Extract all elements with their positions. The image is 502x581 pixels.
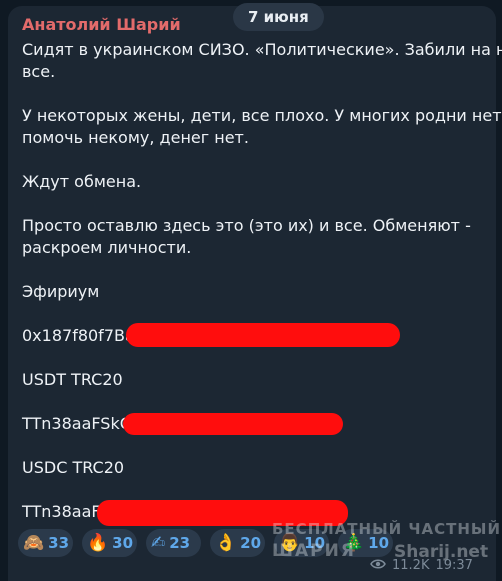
message-line: USDC TRC20	[22, 458, 125, 477]
eye-icon	[370, 558, 386, 573]
redaction-mark	[126, 323, 400, 347]
fire-icon: 🔥	[87, 532, 109, 553]
message-line: USDT TRC20	[22, 370, 123, 389]
reaction-fire[interactable]: 🔥 30	[82, 529, 137, 557]
message-line: У некоторых жены, дети, все плохо. У мно…	[22, 106, 502, 125]
message-time: 19:37	[435, 558, 473, 573]
message-author[interactable]: Анатолий Шарий	[22, 15, 181, 34]
message-line: помочь некому, денег нет.	[22, 128, 249, 147]
message-line: Эфириум	[22, 282, 100, 301]
date-pill: 7 июня	[233, 3, 324, 31]
reaction-monkey[interactable]: 🙈 33	[18, 529, 73, 557]
message-line: все.	[22, 62, 56, 81]
reaction-count: 23	[169, 534, 191, 552]
message-line: Ждут обмена.	[22, 172, 142, 191]
view-count: 11.2K	[392, 558, 430, 573]
redaction-mark	[123, 413, 343, 435]
message-line: Сидят в украинском СИЗО. «Политические».…	[22, 40, 502, 59]
ok-hand-icon: 👌	[215, 532, 237, 553]
reaction-count: 20	[240, 534, 262, 552]
message-meta: 11.2K 19:37	[370, 558, 473, 573]
reaction-ok-hand[interactable]: 👌 20	[210, 529, 265, 557]
reaction-count: 30	[112, 534, 134, 552]
message-line: раскроем личности.	[22, 238, 192, 257]
see-no-evil-monkey-icon: 🙈	[23, 532, 45, 553]
watermark-line1: БЕСПЛАТНЫЙ ЧАСТНЫЙ	[272, 520, 502, 538]
message-line: Просто оставлю здесь это (это их) и все.…	[22, 216, 471, 235]
writing-hand-icon: ✍	[151, 532, 166, 553]
reaction-count: 33	[48, 534, 70, 552]
watermark-line2: ШАРИЯ	[272, 541, 356, 561]
reaction-writing-hand[interactable]: ✍ 23	[146, 529, 201, 557]
